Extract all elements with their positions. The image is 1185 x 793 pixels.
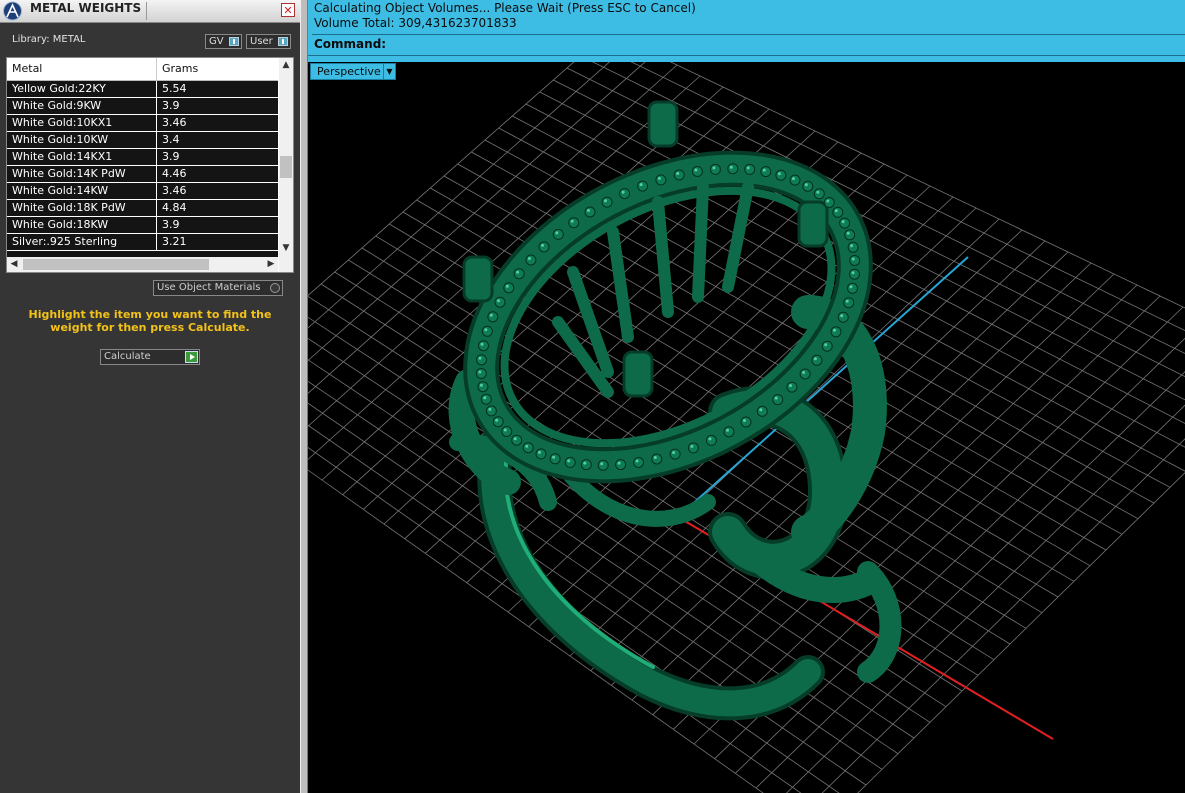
cell-separator — [156, 81, 157, 97]
view-dropdown[interactable]: Perspective ▼ — [310, 63, 396, 80]
table-row[interactable]: White Gold:14KW 3.46 — [7, 183, 278, 200]
user-toggle[interactable]: User — [246, 34, 291, 49]
grams-cell: 4.46 — [162, 167, 187, 180]
grams-cell: 3.21 — [162, 235, 187, 248]
command-area: Calculating Object Volumes... Please Wai… — [308, 0, 1185, 62]
scroll-down-arrow-icon[interactable]: ▼ — [279, 241, 293, 255]
column-header-metal[interactable]: Metal — [12, 62, 42, 75]
table-row[interactable]: Silver:.925 Sterling 3.21 — [7, 234, 278, 251]
metal-cell: Silver:.925 Sterling — [12, 235, 118, 248]
cell-separator — [156, 183, 157, 199]
use-object-materials-label: Use Object Materials — [157, 282, 261, 293]
grams-cell: 5.54 — [162, 82, 187, 95]
cell-separator — [156, 200, 157, 216]
toggle-switch-icon — [229, 37, 239, 46]
column-separator[interactable] — [156, 58, 157, 80]
scroll-corner — [279, 257, 293, 272]
gv-toggle[interactable]: GV — [205, 34, 242, 49]
cell-separator — [156, 132, 157, 148]
view-name: Perspective — [317, 65, 381, 78]
grams-cell: 3.46 — [162, 116, 187, 129]
toggle-switch-icon — [278, 37, 288, 46]
scroll-left-arrow-icon[interactable]: ◀ — [7, 257, 21, 272]
table-row[interactable]: White Gold:18KW 3.9 — [7, 217, 278, 234]
metal-cell: White Gold:10KW — [12, 133, 109, 146]
calculate-label: Calculate — [104, 351, 151, 362]
chevron-down-icon: ▼ — [383, 64, 395, 79]
column-header-grams[interactable]: Grams — [162, 62, 198, 75]
calculate-button[interactable]: Calculate — [100, 349, 200, 365]
grams-cell: 3.9 — [162, 150, 180, 163]
perspective-viewport[interactable]: Perspective ▼ — [308, 62, 1185, 793]
title-separator — [146, 2, 147, 20]
radio-indicator-icon — [270, 283, 280, 293]
metal-cell: White Gold:18K PdW — [12, 201, 126, 214]
table-row[interactable]: White Gold:10KW 3.4 — [7, 132, 278, 149]
cell-separator — [156, 217, 157, 233]
library-label: Library: METAL — [12, 34, 86, 45]
horizontal-scroll-thumb[interactable] — [23, 259, 209, 270]
metal-weights-panel: METAL WEIGHTS ✕ Library: METAL GV User M… — [0, 0, 300, 793]
app-logo-icon — [3, 1, 22, 21]
table-row[interactable]: White Gold:14K PdW 4.46 — [7, 166, 278, 183]
horizontal-scrollbar[interactable]: ◀ ▶ — [7, 257, 278, 272]
panel-splitter[interactable] — [300, 0, 308, 793]
cell-separator — [156, 98, 157, 114]
command-separator — [312, 34, 1185, 35]
table-row[interactable]: White Gold:18K PdW 4.84 — [7, 200, 278, 217]
play-icon — [185, 351, 198, 363]
panel-titlebar: METAL WEIGHTS ✕ — [0, 0, 300, 23]
panel-title: METAL WEIGHTS — [30, 1, 142, 15]
metal-cell: White Gold:18KW — [12, 218, 109, 231]
cell-separator — [156, 149, 157, 165]
metal-cell: White Gold:14K PdW — [12, 167, 126, 180]
grams-cell: 4.84 — [162, 201, 187, 214]
ring-model — [448, 100, 902, 721]
cell-separator — [156, 115, 157, 131]
table-row[interactable]: Yellow Gold:22KY 5.54 — [7, 81, 278, 98]
cell-separator — [156, 234, 157, 250]
grams-cell: 3.9 — [162, 99, 180, 112]
use-object-materials-checkbox[interactable]: Use Object Materials — [153, 280, 283, 296]
metal-cell: Yellow Gold:22KY — [12, 82, 106, 95]
scroll-right-arrow-icon[interactable]: ▶ — [264, 257, 278, 272]
close-button[interactable]: ✕ — [281, 3, 295, 17]
table-header: Metal Grams — [7, 58, 278, 81]
metal-cell: White Gold:10KX1 — [12, 116, 113, 129]
vertical-scrollbar[interactable]: ▲ ▼ — [279, 58, 293, 257]
volume-total: Volume Total: 309,431623701833 — [314, 16, 517, 30]
metal-cell: White Gold:14KW — [12, 184, 109, 197]
table-row[interactable]: White Gold:14KX1 3.9 — [7, 149, 278, 166]
gv-toggle-label: GV — [209, 36, 224, 47]
grams-cell: 3.46 — [162, 184, 187, 197]
viewport-canvas[interactable] — [308, 62, 1185, 793]
metal-table: Metal Grams Yellow Gold:22KY 5.54 White G… — [6, 57, 294, 273]
metal-cell: White Gold:14KX1 — [12, 150, 113, 163]
status-message: Calculating Object Volumes... Please Wai… — [314, 1, 696, 15]
vertical-scroll-thumb[interactable] — [280, 156, 292, 178]
table-row[interactable]: White Gold:9KW 3.9 — [7, 98, 278, 115]
table-row[interactable]: White Gold:10KX1 3.46 — [7, 115, 278, 132]
cell-separator — [156, 166, 157, 182]
metal-cell: White Gold:9KW — [12, 99, 102, 112]
command-bottom-border — [308, 55, 1185, 56]
command-prompt[interactable]: Command: — [314, 37, 386, 51]
user-toggle-label: User — [250, 36, 273, 47]
grams-cell: 3.9 — [162, 218, 180, 231]
scroll-up-arrow-icon[interactable]: ▲ — [279, 58, 293, 72]
instruction-text: Highlight the item you want to find the … — [28, 308, 272, 334]
grams-cell: 3.4 — [162, 133, 180, 146]
